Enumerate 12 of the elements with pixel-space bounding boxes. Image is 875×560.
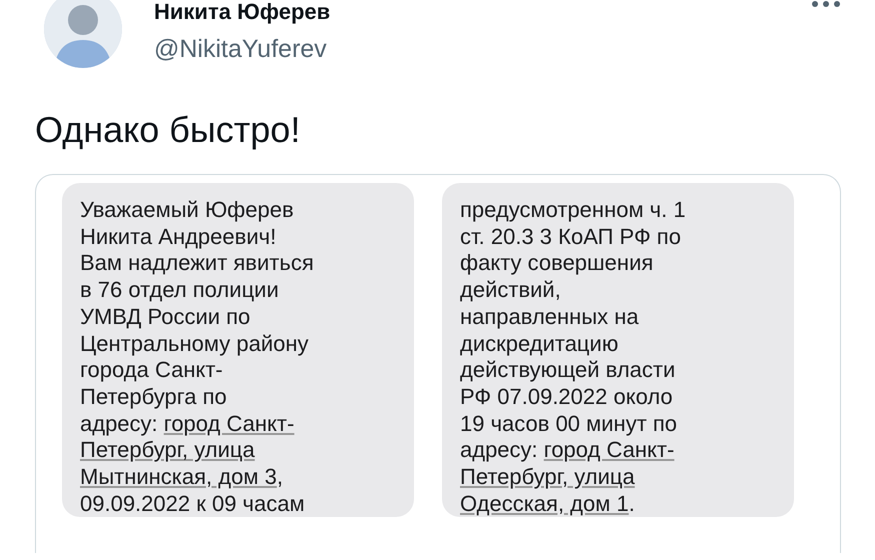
address-link[interactable]: Одесская, дом 1 bbox=[460, 490, 629, 516]
message-text: Уважаемый Юферев Никита Андреевич! Вам надлежит явиться в 76 отдел полиции УМВД России по Центральному району города Санкт- Петербурга по адресу: город Санкт- Петербург, улица Мытнинская, дом 3, 09.09.2022 к 09 часам bbox=[80, 197, 315, 518]
author-name[interactable]: Никита Юферев bbox=[154, 0, 779, 24]
tweet-text: Однако быстро! bbox=[34, 108, 302, 152]
author-handle[interactable]: @NikitaYuferev bbox=[154, 34, 779, 64]
address-link[interactable]: Мытнинская, дом 3 bbox=[80, 464, 277, 490]
more-icon[interactable] bbox=[811, 0, 841, 8]
message-text: предусмотренном ч. 1 ст. 20.3 3 КоАП РФ по факту совершения действий, направленных на дискредитацию действующей власти РФ 07.09.2022 около 19 часов 00 минут по адресу: город Санкт- Петербург, улица Одесская, дом 1. bbox=[460, 197, 687, 518]
address-link[interactable]: город Санкт- bbox=[544, 437, 674, 462]
address-link[interactable]: Петербург, улица bbox=[80, 437, 255, 462]
address-link[interactable]: Петербург, улица bbox=[460, 464, 635, 490]
address-link[interactable]: город Санкт- bbox=[164, 410, 294, 436]
